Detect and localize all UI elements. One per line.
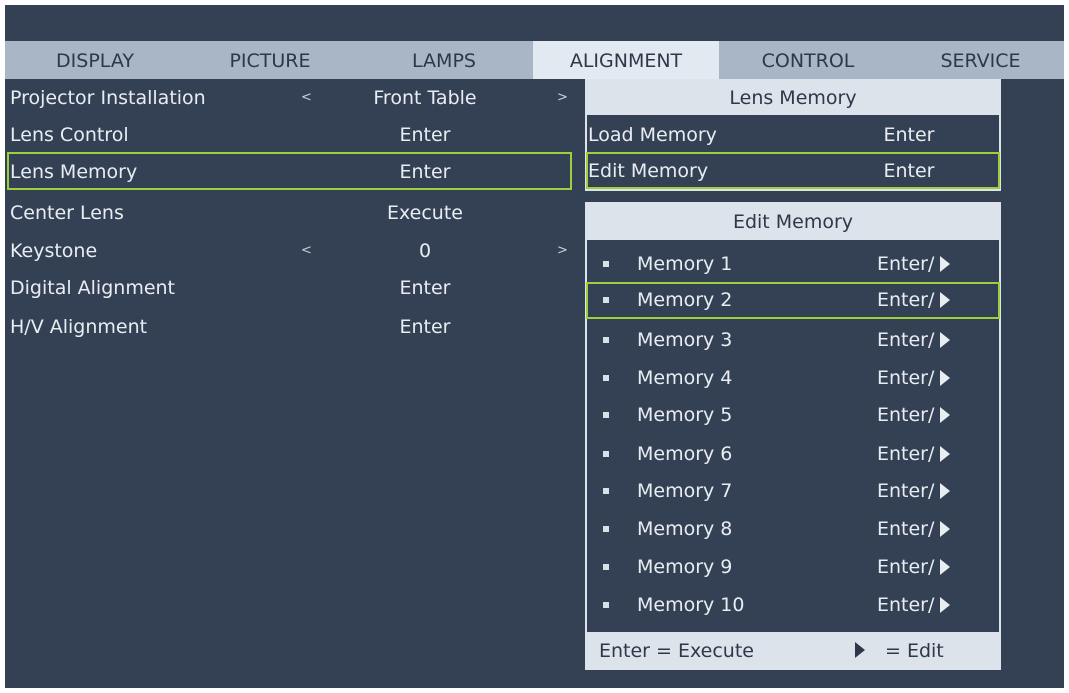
square-bullet-icon [603, 451, 609, 457]
square-bullet-icon [603, 602, 609, 608]
memory-item-2[interactable]: Memory 2 Enter/ [587, 280, 1001, 320]
menu-item-hv-alignment[interactable]: H/V Alignment Enter [5, 310, 575, 344]
menu-item-label: Digital Alignment [10, 277, 176, 299]
memory-item-9[interactable]: Memory 9 Enter/ [587, 547, 1001, 587]
right-triangle-icon [940, 446, 951, 462]
right-triangle-icon [940, 407, 951, 423]
memory-item-5[interactable]: Memory 5 Enter/ [587, 395, 1001, 435]
tab-control[interactable]: CONTROL [719, 41, 897, 79]
menu-item-load-memory[interactable]: Load Memory Enter [585, 118, 1001, 152]
memory-item-10[interactable]: Memory 10 Enter/ [587, 585, 1001, 625]
left-arrow-icon[interactable]: < [301, 81, 312, 115]
right-triangle-icon [940, 597, 951, 613]
menu-item-label: Lens Control [10, 124, 129, 146]
square-bullet-icon [603, 564, 609, 570]
right-triangle-icon [940, 256, 951, 272]
memory-label: Memory 1 [637, 253, 733, 275]
memory-label: Memory 4 [637, 367, 733, 389]
right-triangle-icon [940, 559, 951, 575]
memory-action: Enter/ [877, 358, 951, 398]
memory-label: Memory 7 [637, 480, 733, 502]
square-bullet-icon [603, 261, 609, 267]
memory-label: Memory 5 [637, 404, 733, 426]
right-triangle-icon [940, 370, 951, 386]
left-arrow-icon[interactable]: < [301, 234, 312, 268]
menu-item-edit-memory[interactable]: Edit Memory Enter [585, 154, 1001, 188]
menu-item-label: Load Memory [588, 124, 717, 146]
menu-item-lens-control[interactable]: Lens Control Enter [5, 118, 575, 152]
menu-item-value: Enter [883, 160, 935, 182]
menu-item-value: 0 [418, 240, 432, 262]
square-bullet-icon [603, 375, 609, 381]
menu-item-value: Front Table [373, 87, 477, 109]
menu-item-value: Enter [399, 124, 451, 146]
square-bullet-icon [603, 337, 609, 343]
osd-menu: DISPLAY PICTURE LAMPS ALIGNMENT CONTROL … [5, 5, 1064, 688]
menu-item-label: Edit Memory [588, 160, 709, 182]
memory-label: Memory 8 [637, 518, 733, 540]
menu-item-value: Enter [883, 124, 935, 146]
menu-item-label: Center Lens [10, 202, 124, 224]
tab-bar: DISPLAY PICTURE LAMPS ALIGNMENT CONTROL … [5, 41, 1064, 79]
memory-action: Enter/ [877, 585, 951, 625]
tab-display[interactable]: DISPLAY [5, 41, 185, 79]
menu-item-value: Enter [399, 316, 451, 338]
menu-item-projector-installation[interactable]: Projector Installation < Front Table > [5, 81, 575, 115]
memory-action: Enter/ [877, 509, 951, 549]
memory-label: Memory 2 [637, 289, 733, 311]
memory-action: Enter/ [877, 280, 951, 320]
edit-memory-panel-title: Edit Memory [585, 202, 1001, 240]
tab-lamps[interactable]: LAMPS [355, 41, 533, 79]
menu-item-value: Enter [399, 161, 451, 183]
memory-action: Enter/ [877, 244, 951, 284]
memory-label: Memory 6 [637, 443, 733, 465]
memory-action: Enter/ [877, 395, 951, 435]
menu-item-label: Keystone [10, 240, 98, 262]
menu-item-value: Execute [387, 202, 463, 224]
menu-item-label: Lens Memory [10, 161, 138, 183]
memory-action: Enter/ [877, 471, 951, 511]
execute-hint: Enter = Execute [599, 640, 754, 662]
memory-item-7[interactable]: Memory 7 Enter/ [587, 471, 1001, 511]
memory-label: Memory 9 [637, 556, 733, 578]
menu-item-center-lens[interactable]: Center Lens Execute [5, 196, 575, 230]
lens-memory-panel-title: Lens Memory [585, 79, 1001, 115]
memory-item-4[interactable]: Memory 4 Enter/ [587, 358, 1001, 398]
memory-label: Memory 3 [637, 329, 733, 351]
right-arrow-icon[interactable]: > [557, 81, 568, 115]
right-triangle-icon [940, 521, 951, 537]
right-triangle-icon [855, 642, 865, 658]
square-bullet-icon [603, 488, 609, 494]
memory-item-8[interactable]: Memory 8 Enter/ [587, 509, 1001, 549]
tab-service[interactable]: SERVICE [897, 41, 1064, 79]
memory-item-1[interactable]: Memory 1 Enter/ [587, 244, 1001, 284]
tab-alignment[interactable]: ALIGNMENT [533, 41, 719, 79]
memory-action: Enter/ [877, 547, 951, 587]
edit-hint: = Edit [885, 640, 944, 662]
memory-action: Enter/ [877, 320, 951, 360]
square-bullet-icon [603, 297, 609, 303]
memory-action: Enter/ [877, 434, 951, 474]
menu-item-lens-memory[interactable]: Lens Memory Enter [5, 155, 575, 189]
menu-item-label: Projector Installation [10, 87, 206, 109]
right-triangle-icon [940, 483, 951, 499]
memory-item-6[interactable]: Memory 6 Enter/ [587, 434, 1001, 474]
menu-item-keystone[interactable]: Keystone < 0 > [5, 234, 575, 268]
right-triangle-icon [940, 332, 951, 348]
right-arrow-icon[interactable]: > [557, 234, 568, 268]
menu-item-label: H/V Alignment [10, 316, 148, 338]
right-triangle-icon [940, 292, 951, 308]
menu-item-digital-alignment[interactable]: Digital Alignment Enter [5, 271, 575, 305]
memory-item-3[interactable]: Memory 3 Enter/ [587, 320, 1001, 360]
square-bullet-icon [603, 412, 609, 418]
square-bullet-icon [603, 526, 609, 532]
edit-memory-footer: Enter = Execute = Edit [587, 632, 1001, 668]
memory-label: Memory 10 [637, 594, 745, 616]
tab-picture[interactable]: PICTURE [185, 41, 355, 79]
menu-item-value: Enter [399, 277, 451, 299]
